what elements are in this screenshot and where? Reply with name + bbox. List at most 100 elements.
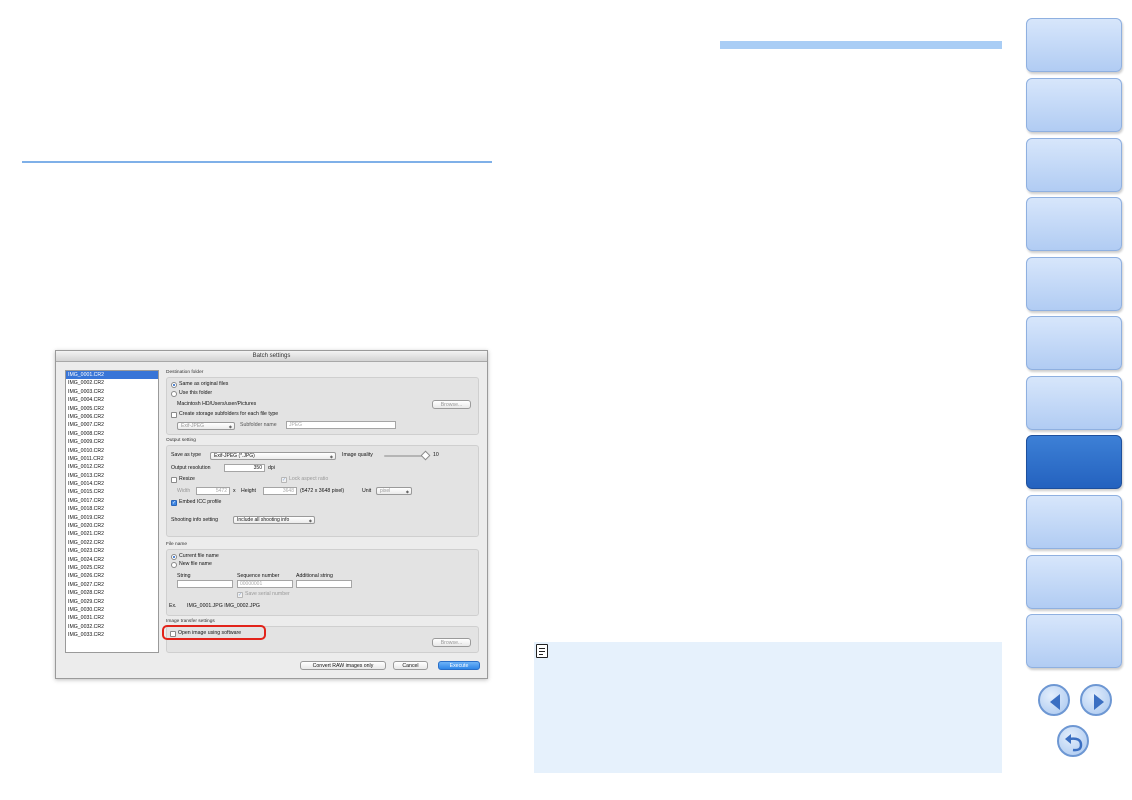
same-as-original-label: Same as original files <box>179 381 229 387</box>
destination-browse-button[interactable]: Browse... <box>432 400 471 409</box>
resize-label: Resize <box>179 476 195 482</box>
section-header-bar <box>720 41 1002 49</box>
unit-label: Unit <box>362 488 372 494</box>
subfolder-name-field[interactable]: JPEG <box>286 421 396 429</box>
sidebar-tab-8-active[interactable] <box>1026 435 1122 489</box>
arrow-right-icon[interactable] <box>1080 684 1112 716</box>
list-item[interactable]: IMG_0025.CR2 <box>66 564 158 572</box>
create-subfolders-label: Create storage subfolders for each file … <box>179 411 279 417</box>
list-item[interactable]: IMG_0031.CR2 <box>66 614 158 622</box>
list-item[interactable]: IMG_0015.CR2 <box>66 488 158 496</box>
string-field[interactable] <box>177 580 233 588</box>
pixel-size-text: (5472 x 3648 pixel) <box>300 488 345 494</box>
sequence-number-label: Sequence number <box>237 573 280 579</box>
list-item[interactable]: IMG_0029.CR2 <box>66 598 158 606</box>
save-serial-label: Save serial number <box>245 591 290 597</box>
list-item[interactable]: IMG_0017.CR2 <box>66 497 158 505</box>
cancel-button[interactable]: Cancel <box>393 661 428 670</box>
save-as-type-select[interactable]: Exif-JPEG (*.JPG) <box>210 452 336 460</box>
subfolder-type-select[interactable]: Exif-JPEG <box>177 422 235 430</box>
output-resolution-field[interactable]: 350 <box>224 464 265 472</box>
arrow-left-icon[interactable] <box>1038 684 1070 716</box>
list-item[interactable]: IMG_0008.CR2 <box>66 430 158 438</box>
unit-select[interactable]: pixel <box>376 487 412 495</box>
sidebar-tab-5[interactable] <box>1026 257 1122 311</box>
shooting-info-label: Shooting info setting <box>171 517 219 523</box>
subfolder-name-label: Subfolder name <box>240 422 277 428</box>
example-value: IMG_0001.JPG IMG_0002.JPG <box>187 603 260 609</box>
list-item[interactable]: IMG_0018.CR2 <box>66 505 158 513</box>
list-item[interactable]: IMG_0006.CR2 <box>66 413 158 421</box>
sequence-number-field[interactable]: 00000001 <box>237 580 293 588</box>
list-item[interactable]: IMG_0027.CR2 <box>66 581 158 589</box>
list-item[interactable]: IMG_0013.CR2 <box>66 472 158 480</box>
list-item[interactable]: IMG_0003.CR2 <box>66 388 158 396</box>
sidebar-tab-1[interactable] <box>1026 18 1122 72</box>
dpi-label: dpi <box>268 465 275 471</box>
embed-icc-checkbox[interactable]: ✓ <box>171 500 177 506</box>
file-list[interactable]: IMG_0001.CR2 IMG_0002.CR2 IMG_0003.CR2 IMG_… <box>65 370 159 653</box>
lock-aspect-checkbox[interactable]: ✓ <box>281 477 287 483</box>
same-as-original-radio[interactable] <box>171 382 177 388</box>
list-item[interactable]: IMG_0024.CR2 <box>66 556 158 564</box>
sidebar-tab-6[interactable] <box>1026 316 1122 370</box>
section-divider-line <box>22 161 492 163</box>
current-file-name-label: Current file name <box>179 553 219 559</box>
list-item[interactable]: IMG_0004.CR2 <box>66 396 158 404</box>
list-item[interactable]: IMG_0028.CR2 <box>66 589 158 597</box>
times-sign: x <box>233 488 236 494</box>
use-this-folder-label: Use this folder <box>179 390 213 396</box>
height-label: Height <box>241 488 256 494</box>
transfer-browse-button[interactable]: Browse... <box>432 638 471 647</box>
note-box <box>534 642 1002 773</box>
list-item[interactable]: IMG_0023.CR2 <box>66 547 158 555</box>
batch-settings-dialog: Batch settings IMG_0001.CR2 IMG_0002.CR2 I… <box>55 350 488 679</box>
sidebar-tab-11[interactable] <box>1026 614 1122 668</box>
save-serial-checkbox[interactable]: ✓ <box>237 592 243 598</box>
list-item[interactable]: IMG_0005.CR2 <box>66 405 158 413</box>
list-item[interactable]: IMG_0020.CR2 <box>66 522 158 530</box>
list-item[interactable]: IMG_0021.CR2 <box>66 530 158 538</box>
sidebar-tab-9[interactable] <box>1026 495 1122 549</box>
list-item[interactable]: IMG_0019.CR2 <box>66 514 158 522</box>
current-file-name-radio[interactable] <box>171 554 177 560</box>
image-quality-label: Image quality <box>342 452 373 458</box>
list-item[interactable]: IMG_0026.CR2 <box>66 572 158 580</box>
use-this-folder-radio[interactable] <box>171 391 177 397</box>
sidebar-tab-2[interactable] <box>1026 78 1122 132</box>
list-item[interactable]: IMG_0030.CR2 <box>66 606 158 614</box>
list-item[interactable]: IMG_0002.CR2 <box>66 379 158 387</box>
sidebar-tab-7[interactable] <box>1026 376 1122 430</box>
sidebar-tab-3[interactable] <box>1026 138 1122 192</box>
height-field[interactable]: 3648 <box>263 487 297 495</box>
execute-button[interactable]: Execute <box>438 661 480 670</box>
list-item[interactable]: IMG_0033.CR2 <box>66 631 158 639</box>
highlight-ring <box>162 625 266 640</box>
sidebar-tab-10[interactable] <box>1026 555 1122 609</box>
output-setting-title: Output setting <box>166 438 196 443</box>
shooting-info-select[interactable]: Include all shooting info <box>233 516 315 524</box>
save-as-type-label: Save as type <box>171 452 201 458</box>
list-item[interactable]: IMG_0007.CR2 <box>66 421 158 429</box>
sidebar-tab-4[interactable] <box>1026 197 1122 251</box>
additional-string-field[interactable] <box>296 580 352 588</box>
new-file-name-radio[interactable] <box>171 562 177 568</box>
destination-path: Macintosh HD/Users/user/Pictures <box>177 401 257 407</box>
list-item[interactable]: IMG_0032.CR2 <box>66 623 158 631</box>
width-field[interactable]: 5472 <box>196 487 230 495</box>
return-icon[interactable] <box>1057 725 1089 757</box>
list-item[interactable]: IMG_0009.CR2 <box>66 438 158 446</box>
list-item[interactable]: IMG_0011.CR2 <box>66 455 158 463</box>
list-item[interactable]: IMG_0010.CR2 <box>66 447 158 455</box>
list-item[interactable]: IMG_0012.CR2 <box>66 463 158 471</box>
new-file-name-label: New file name <box>179 561 212 567</box>
image-transfer-title: Image transfer settings <box>166 619 215 624</box>
list-item[interactable]: IMG_0022.CR2 <box>66 539 158 547</box>
destination-folder-title: Destination folder <box>166 370 204 375</box>
list-item[interactable]: IMG_0001.CR2 <box>66 371 158 380</box>
convert-raw-only-button[interactable]: Convert RAW images only <box>300 661 386 670</box>
resize-checkbox[interactable] <box>171 477 177 483</box>
memo-icon <box>536 644 548 658</box>
list-item[interactable]: IMG_0014.CR2 <box>66 480 158 488</box>
create-subfolders-checkbox[interactable] <box>171 412 177 418</box>
